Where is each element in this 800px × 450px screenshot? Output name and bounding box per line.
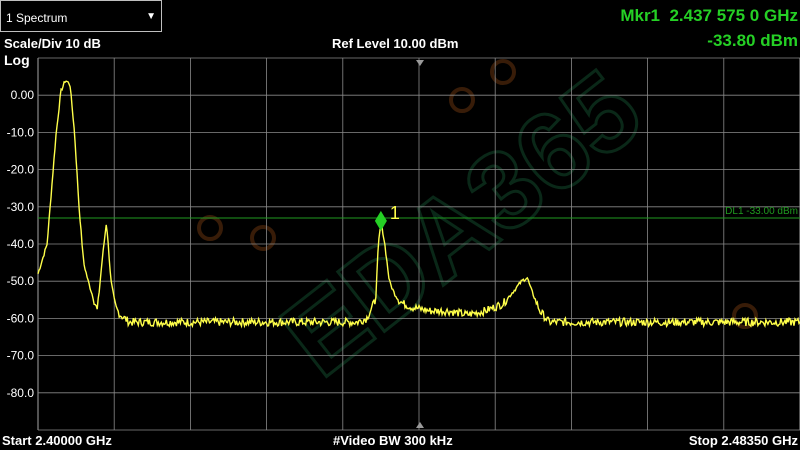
watermark-circle bbox=[250, 225, 276, 251]
marker-amplitude-readout: -33.80 dBm bbox=[707, 31, 798, 50]
watermark-text: EDA365 bbox=[260, 47, 663, 400]
graticule bbox=[37, 57, 800, 431]
spectrum-plot[interactable]: EDA365 0.00 -10.0 -20.0 -30.0 -40.0 -50.0 -60.… bbox=[0, 0, 800, 450]
watermark-circle bbox=[449, 87, 475, 113]
y-axis-ticks: 0.00 -10.0 -20.0 -30.0 -40.0 -50.0 -60.0 -70.0 -… bbox=[7, 88, 35, 400]
y-tick-label: -30.0 bbox=[7, 200, 35, 214]
center-top-arrow bbox=[416, 60, 424, 66]
dropdown-label: 1 Spectrum bbox=[6, 11, 68, 25]
center-bottom-arrow bbox=[416, 422, 424, 428]
stop-frequency-label: Stop 2.48350 GHz bbox=[688, 433, 798, 448]
y-tick-label: -10.0 bbox=[7, 125, 35, 139]
y-tick-label: -60.0 bbox=[7, 311, 35, 325]
y-tick-label: 0.00 bbox=[11, 88, 35, 102]
y-tick-label: -20.0 bbox=[7, 163, 35, 177]
y-tick-label: -40.0 bbox=[7, 237, 35, 251]
watermark-logo: EDA365 bbox=[197, 45, 758, 401]
marker-frequency-readout: Mkr1 2.437 575 0 GHz bbox=[620, 6, 798, 25]
y-tick-label: -70.0 bbox=[7, 349, 35, 363]
marker-1-label: 1 bbox=[390, 203, 400, 223]
scale-div-label: Scale/Div 10 dB bbox=[4, 36, 101, 51]
watermark-circle bbox=[197, 215, 223, 241]
y-tick-label: -80.0 bbox=[7, 386, 35, 400]
chevron-down-icon: ▼ bbox=[146, 11, 156, 22]
display-line-label: DL1 -33.00 dBm bbox=[725, 206, 798, 217]
ref-level-label: Ref Level 10.00 dBm bbox=[332, 36, 459, 51]
video-bw-label: #Video BW 300 kHz bbox=[333, 433, 453, 448]
y-tick-label: -50.0 bbox=[7, 274, 35, 288]
window-select-dropdown[interactable]: 1 Spectrum ▼ bbox=[0, 0, 162, 32]
start-frequency-label: Start 2.40000 GHz bbox=[2, 433, 112, 448]
log-scale-label: Log bbox=[4, 52, 30, 68]
